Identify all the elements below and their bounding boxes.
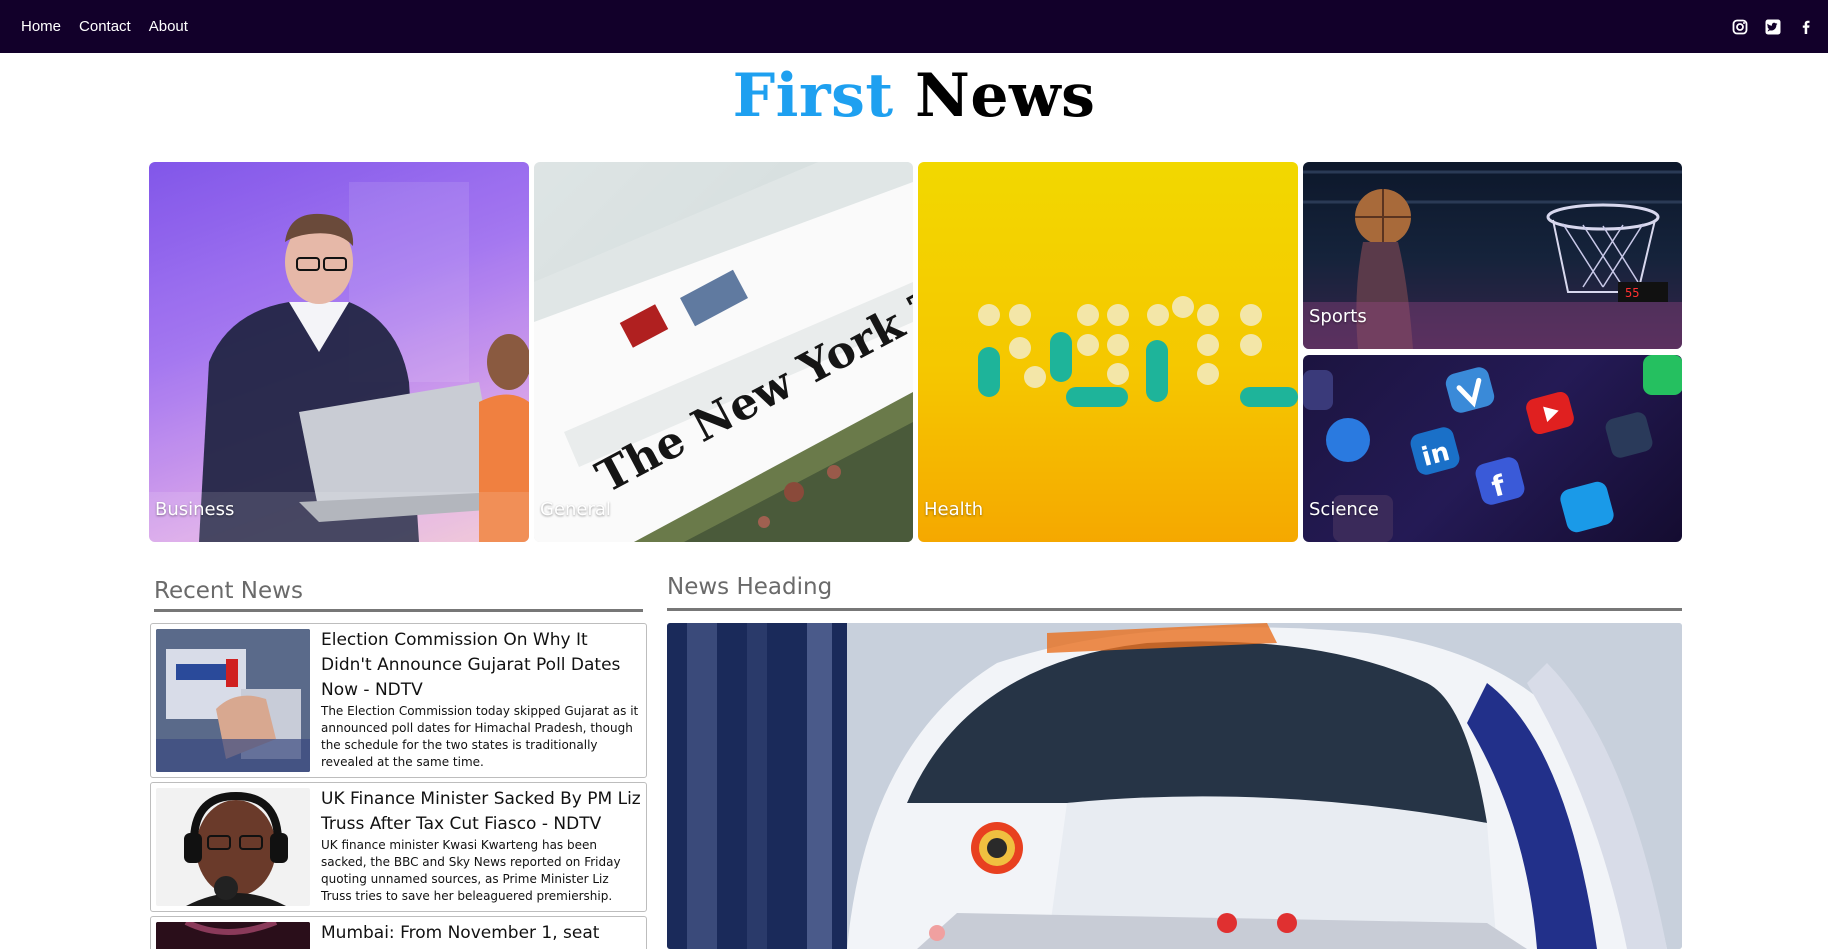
news-card[interactable]: Election Commission On Why It Didn't Ann…: [150, 623, 647, 778]
nav-home-link[interactable]: Home: [21, 18, 61, 35]
news-headline[interactable]: Election Commission On Why It Didn't Ann…: [321, 628, 643, 703]
social-links: [1732, 0, 1814, 53]
instagram-icon[interactable]: [1732, 19, 1748, 35]
category-tile-health[interactable]: Health: [918, 162, 1298, 542]
news-description: UK finance minister Kwasi Kwarteng has b…: [321, 838, 621, 903]
category-tile-sports[interactable]: 55 Sports: [1303, 162, 1682, 349]
category-label-business: Business: [155, 499, 235, 520]
news-card[interactable]: Mumbai: From November 1, seat belts: [150, 916, 647, 949]
news-heading-divider: [667, 608, 1682, 611]
business-photo: [149, 162, 529, 542]
news-headline[interactable]: UK Finance Minister Sacked By PM Liz Tru…: [321, 787, 643, 837]
category-tile-business[interactable]: Business: [149, 162, 529, 542]
train-photo: [667, 623, 1682, 949]
newspaper-photo: The New York Times: [534, 162, 913, 542]
nav-links: Home Contact About: [21, 0, 188, 53]
svg-text:55: 55: [1625, 286, 1639, 300]
twitter-icon[interactable]: [1765, 19, 1781, 35]
category-tile-science[interactable]: in f Science: [1303, 355, 1682, 542]
news-heading-title: News Heading: [667, 574, 833, 600]
facebook-icon[interactable]: [1798, 19, 1814, 35]
logo-second-word: News: [914, 61, 1096, 131]
news-thumbnail: [156, 788, 310, 906]
category-label-sports: Sports: [1309, 306, 1367, 327]
category-label-health: Health: [924, 499, 984, 520]
top-navbar: Home Contact About: [0, 0, 1828, 53]
category-label-general: General: [540, 499, 611, 520]
pills-photo: [978, 296, 1298, 407]
recent-news-title: Recent News: [154, 578, 303, 604]
category-tile-general[interactable]: The New York Times General: [534, 162, 913, 542]
recent-news-divider: [154, 609, 643, 612]
news-thumbnail: [156, 922, 310, 949]
category-label-science: Science: [1309, 499, 1379, 520]
news-description: The Election Commission today skipped Gu…: [321, 704, 639, 769]
news-card[interactable]: UK Finance Minister Sacked By PM Liz Tru…: [150, 782, 647, 912]
nav-about-link[interactable]: About: [149, 18, 188, 35]
news-headline[interactable]: Mumbai: From November 1, seat belts: [321, 921, 643, 949]
logo-first-word: First: [732, 61, 894, 131]
nav-contact-link[interactable]: Contact: [79, 18, 131, 35]
featured-news-image[interactable]: [667, 623, 1682, 949]
news-thumbnail: [156, 629, 310, 772]
site-logo[interactable]: First News: [0, 58, 1828, 134]
